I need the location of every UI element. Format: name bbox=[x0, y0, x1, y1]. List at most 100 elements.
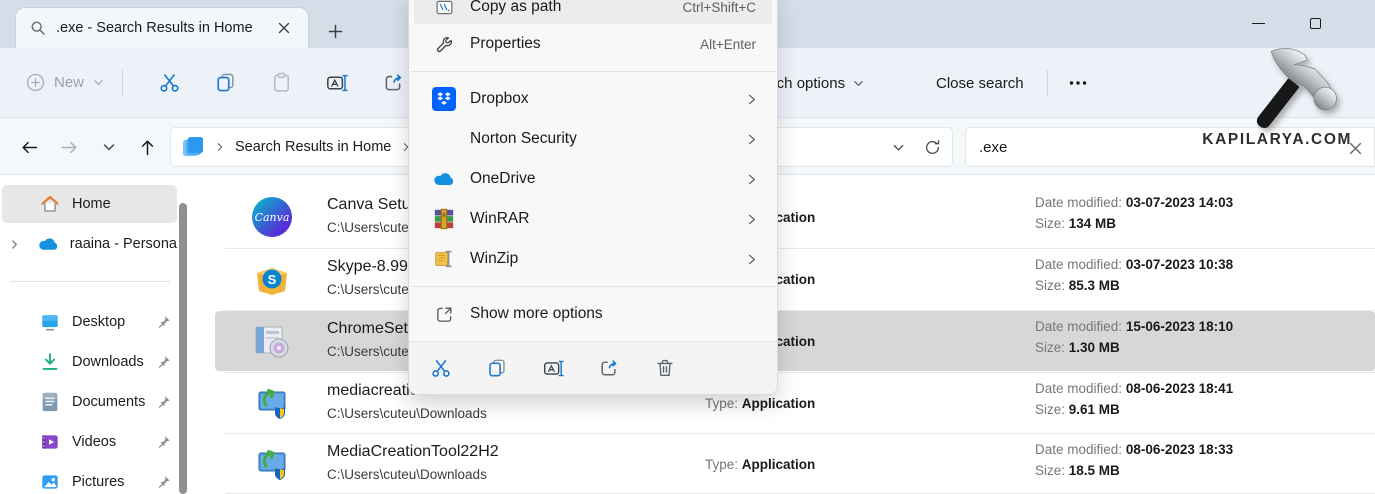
see-more-button[interactable] bbox=[1056, 48, 1100, 118]
sidebar-item-label: Desktop bbox=[72, 314, 155, 330]
onedrive-cloud-icon bbox=[37, 232, 60, 256]
chevron-right-icon bbox=[745, 213, 758, 226]
tab-close-button[interactable] bbox=[272, 16, 296, 40]
plus-icon bbox=[328, 24, 343, 39]
pin-icon bbox=[155, 475, 173, 489]
chevron-right-icon[interactable] bbox=[2, 239, 27, 250]
pin-icon bbox=[155, 395, 173, 409]
search-icon bbox=[30, 20, 46, 36]
copy-button[interactable] bbox=[197, 61, 253, 105]
plus-circle-icon bbox=[26, 73, 45, 92]
menu-item-properties[interactable]: Properties Alt+Enter bbox=[414, 24, 772, 64]
menu-item-winzip[interactable]: WinZip bbox=[414, 239, 772, 279]
menu-item-label: OneDrive bbox=[470, 170, 745, 188]
dropbox-icon bbox=[431, 87, 457, 111]
tab-search-results[interactable]: .exe - Search Results in Home bbox=[16, 8, 308, 48]
desktop-icon bbox=[38, 310, 62, 334]
menu-item-show-more-options[interactable]: Show more options bbox=[414, 294, 772, 334]
back-button[interactable] bbox=[12, 132, 46, 162]
file-row-mediacreationtool[interactable]: mediacreationtool C:\Users\cuteu\Downloa… bbox=[215, 373, 1375, 433]
cut-button[interactable] bbox=[141, 61, 197, 105]
file-row-skype[interactable]: S Skype-8.99.0 C:\Users\cuteu\ Type: App… bbox=[215, 249, 1375, 309]
search-input[interactable]: .exe bbox=[979, 139, 1007, 156]
sidebar-item-label: raaina - Persona bbox=[70, 236, 177, 252]
new-button[interactable]: New bbox=[26, 73, 104, 92]
sidebar-item-pictures[interactable]: Pictures bbox=[2, 463, 177, 494]
menu-item-onedrive[interactable]: OneDrive bbox=[414, 159, 772, 199]
menu-item-dropbox[interactable]: Dropbox bbox=[414, 79, 772, 119]
file-row-chromesetup-selected[interactable]: ChromeSetup C:\Users\cuteu\ Type: Applic… bbox=[215, 311, 1375, 371]
pin-icon bbox=[155, 315, 173, 329]
maximize-icon bbox=[1310, 18, 1321, 29]
chevron-right-icon bbox=[745, 93, 758, 106]
file-row-mediacreationtool22h2[interactable]: MediaCreationTool22H2 C:\Users\cuteu\Dow… bbox=[215, 434, 1375, 493]
navigation-pane: Home raaina - Persona Desktop Downloads bbox=[0, 175, 193, 494]
date-value: 15-06-2023 18:10 bbox=[1126, 319, 1233, 334]
date-value: 08-06-2023 18:33 bbox=[1126, 442, 1233, 457]
menu-item-winrar[interactable]: WinRAR bbox=[414, 199, 772, 239]
recent-locations-button[interactable] bbox=[92, 132, 126, 162]
cut-button[interactable] bbox=[423, 350, 459, 386]
sidebar-item-desktop[interactable]: Desktop bbox=[2, 303, 177, 341]
downloads-icon bbox=[38, 350, 62, 374]
context-menu-quick-actions bbox=[409, 341, 777, 394]
chevron-down-icon[interactable] bbox=[892, 141, 905, 154]
skype-installer-icon: S bbox=[252, 259, 292, 299]
sidebar-item-onedrive[interactable]: raaina - Persona bbox=[2, 225, 177, 263]
chevron-right-icon bbox=[745, 253, 758, 266]
toolbar-divider bbox=[1047, 70, 1048, 96]
watermark-site-text: KAPILARYA.COM bbox=[1180, 131, 1352, 149]
sidebar-item-home[interactable]: Home bbox=[2, 185, 177, 223]
breadcrumb[interactable]: Search Results in Home bbox=[235, 139, 391, 155]
winrar-icon bbox=[431, 208, 457, 230]
home-icon bbox=[38, 192, 62, 216]
date-label: Date modified: bbox=[1035, 257, 1122, 272]
file-name: MediaCreationTool22H2 bbox=[327, 443, 499, 461]
refresh-icon[interactable] bbox=[923, 138, 942, 157]
rename-button[interactable] bbox=[535, 350, 571, 386]
size-value: 85.3 MB bbox=[1069, 278, 1120, 293]
menu-item-copy-as-path[interactable]: Copy as path Ctrl+Shift+C bbox=[414, 0, 772, 24]
new-tab-button[interactable] bbox=[322, 18, 348, 44]
size-value: 1.30 MB bbox=[1069, 340, 1120, 355]
sidebar-scrollbar[interactable] bbox=[179, 203, 187, 494]
date-value: 08-06-2023 18:41 bbox=[1126, 381, 1233, 396]
copy-as-path-icon bbox=[431, 0, 457, 18]
ellipsis-icon bbox=[1069, 80, 1087, 86]
window-maximize-button[interactable] bbox=[1293, 6, 1337, 40]
paste-button[interactable] bbox=[253, 61, 309, 105]
forward-button[interactable] bbox=[52, 132, 86, 162]
sidebar-item-documents[interactable]: Documents bbox=[2, 383, 177, 421]
menu-divider bbox=[410, 71, 776, 72]
share-button[interactable] bbox=[591, 350, 627, 386]
size-label: Size: bbox=[1035, 216, 1065, 231]
close-search-button[interactable]: Close search bbox=[918, 48, 1042, 118]
window-close-button[interactable] bbox=[1352, 6, 1375, 40]
videos-icon bbox=[38, 430, 62, 454]
menu-item-norton-security[interactable]: Norton Security bbox=[414, 119, 772, 159]
menu-item-label: Show more options bbox=[470, 305, 772, 323]
arrow-up-icon bbox=[137, 137, 158, 158]
file-path: C:\Users\cuteu\ bbox=[327, 344, 420, 359]
delete-button[interactable] bbox=[647, 350, 683, 386]
type-value: Application bbox=[742, 396, 816, 411]
chevron-down-icon bbox=[93, 77, 104, 88]
sidebar-item-videos[interactable]: Videos bbox=[2, 423, 177, 461]
arrow-left-icon bbox=[19, 137, 40, 158]
rename-button[interactable] bbox=[309, 61, 365, 105]
copy-button[interactable] bbox=[479, 350, 515, 386]
date-label: Date modified: bbox=[1035, 442, 1122, 457]
tab-title: .exe - Search Results in Home bbox=[56, 20, 272, 36]
media-tool-icon bbox=[252, 383, 292, 423]
menu-item-label: WinRAR bbox=[470, 210, 745, 228]
sidebar-item-label: Documents bbox=[72, 394, 155, 410]
file-row-canva-setup[interactable]: Canva Canva Setup C:\Users\cuteu\ Type: … bbox=[215, 187, 1375, 247]
date-value: 03-07-2023 14:03 bbox=[1126, 195, 1233, 210]
show-more-options-icon bbox=[431, 304, 457, 325]
menu-shortcut: Ctrl+Shift+C bbox=[682, 0, 756, 15]
up-button[interactable] bbox=[130, 132, 164, 162]
type-value: Application bbox=[742, 457, 816, 472]
window-minimize-button[interactable] bbox=[1236, 6, 1280, 40]
size-label: Size: bbox=[1035, 340, 1065, 355]
sidebar-item-downloads[interactable]: Downloads bbox=[2, 343, 177, 381]
